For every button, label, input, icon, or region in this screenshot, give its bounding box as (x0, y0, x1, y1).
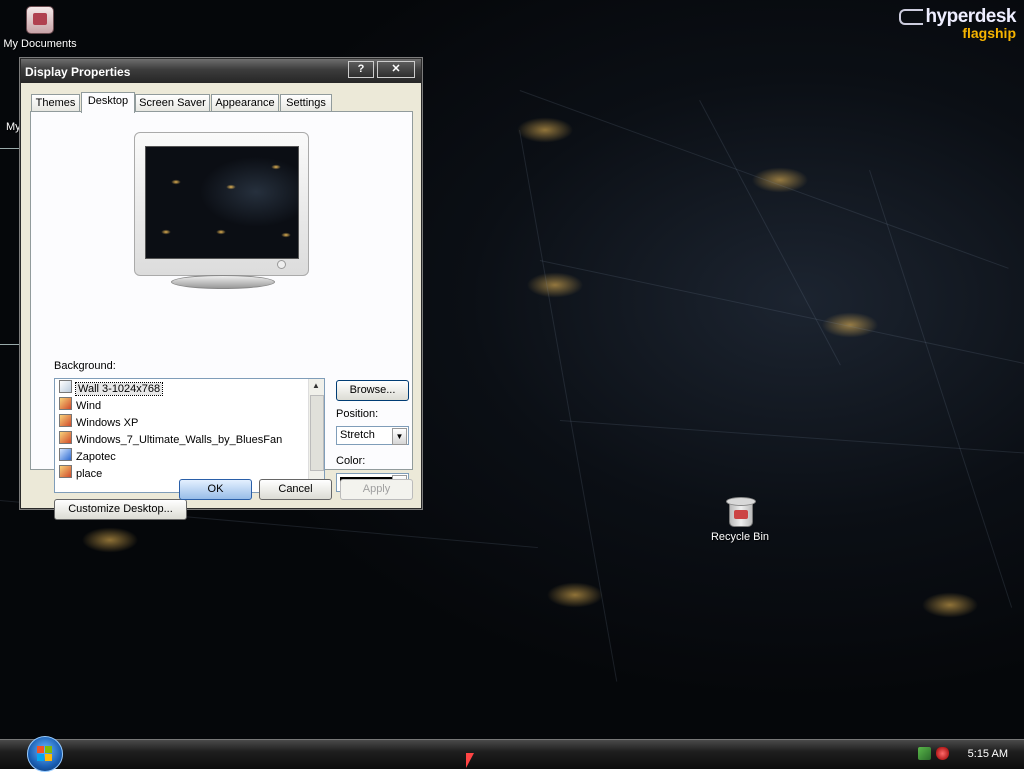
dialog-titlebar[interactable]: Display Properties ? ✕ (21, 59, 421, 83)
tab-appearance[interactable]: Appearance (211, 94, 279, 112)
list-scrollbar[interactable]: ▲ ▼ (308, 379, 324, 490)
tab-desktop[interactable]: Desktop (81, 92, 135, 113)
desktop-tab-panel: Background: Wall 3-1024x768 Wind Windows… (30, 111, 413, 520)
image-icon (59, 465, 72, 478)
recycle-bin-icon[interactable]: Recycle Bin (700, 497, 780, 543)
list-item[interactable]: place (59, 465, 102, 481)
security-shield-icon[interactable] (936, 747, 949, 760)
recycle-bin-label: Recycle Bin (710, 531, 770, 543)
monitor-power-icon (277, 260, 286, 269)
scrollbar-thumb[interactable] (310, 395, 324, 471)
position-value: Stretch (340, 429, 375, 441)
list-item[interactable]: Zapotec (59, 448, 116, 464)
my-documents-icon[interactable]: My Documents (0, 6, 80, 50)
browse-button[interactable]: Browse... (336, 380, 409, 401)
start-button[interactable] (27, 736, 63, 772)
display-properties-dialog: Display Properties ? ✕ Themes Desktop Sc… (20, 58, 422, 520)
logo-mark-icon (899, 8, 924, 25)
edge-line (0, 344, 20, 345)
mouse-cursor-icon (466, 753, 474, 768)
image-icon (59, 380, 72, 393)
background-list[interactable]: Wall 3-1024x768 Wind Windows XP Windows_… (54, 378, 325, 493)
list-item[interactable]: Wind (59, 397, 101, 413)
wallpaper-preview (145, 146, 299, 259)
clock[interactable]: 5:15 AM (968, 748, 1008, 760)
tab-settings[interactable]: Settings (280, 94, 332, 112)
dialog-title: Display Properties (25, 65, 131, 79)
wallpaper-line (539, 260, 1024, 365)
my-documents-label: My Documents (3, 38, 77, 50)
close-button[interactable]: ✕ (377, 61, 415, 78)
image-icon (59, 431, 72, 444)
ok-button[interactable]: OK (179, 479, 252, 500)
wallpaper-line (519, 90, 1009, 269)
list-item[interactable]: Windows_7_Ultimate_Walls_by_BluesFan (59, 431, 282, 447)
partial-desktop-label[interactable]: My (6, 121, 21, 133)
monitor-stand (171, 275, 275, 289)
recycle-bin-glyph-icon (726, 497, 756, 527)
help-button[interactable]: ? (348, 61, 374, 78)
customize-desktop-button[interactable]: Customize Desktop... (54, 499, 187, 520)
network-icon[interactable] (918, 747, 931, 760)
wallpaper-line (519, 130, 618, 682)
tab-themes[interactable]: Themes (31, 94, 80, 112)
background-label: Background: (54, 360, 116, 372)
image-icon (59, 414, 72, 427)
scroll-up-icon[interactable]: ▲ (312, 381, 320, 390)
wallpaper-line (699, 100, 841, 366)
windows-logo-icon (37, 746, 53, 762)
apply-button[interactable]: Apply (340, 479, 413, 500)
monitor-preview (134, 132, 309, 276)
tab-screen-saver[interactable]: Screen Saver (135, 94, 210, 112)
image-icon (59, 397, 72, 410)
logo-brand-text: hyperdesk (925, 6, 1016, 27)
wallpaper-line (869, 170, 1013, 608)
html-icon (59, 448, 72, 461)
documents-icon (26, 6, 54, 34)
color-label: Color: (336, 455, 366, 467)
hyperdesk-logo: hyperdesk flagship (899, 6, 1016, 41)
edge-line (0, 148, 20, 149)
list-item[interactable]: Wall 3-1024x768 (59, 380, 164, 396)
chevron-down-icon[interactable]: ▼ (392, 428, 407, 445)
taskbar: 5:15 AM (0, 736, 1024, 772)
list-item[interactable]: Windows XP (59, 414, 138, 430)
position-select[interactable]: Stretch ▼ (336, 426, 409, 445)
system-tray: 5:15 AM (914, 740, 1024, 769)
position-label: Position: (336, 408, 379, 420)
cancel-button[interactable]: Cancel (259, 479, 332, 500)
wallpaper-line (559, 420, 1024, 454)
